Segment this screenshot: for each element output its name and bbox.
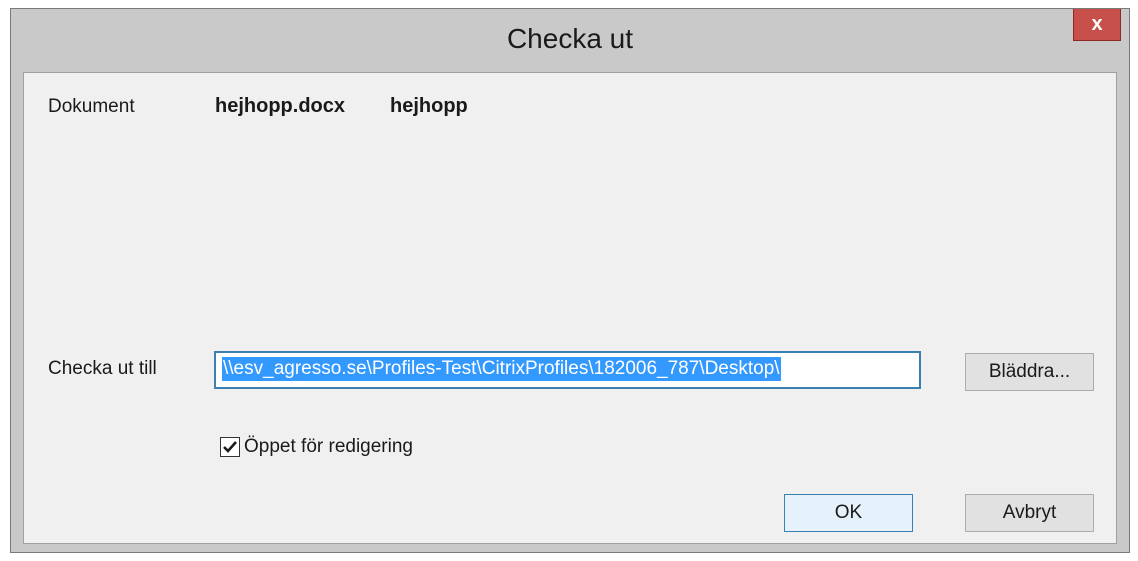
browse-button[interactable]: Bläddra... xyxy=(965,353,1094,391)
title-bar[interactable]: Checka ut x xyxy=(11,9,1129,71)
document-filename: hejhopp.docx xyxy=(215,95,345,117)
document-name: hejhopp xyxy=(390,95,468,117)
checkmark-icon xyxy=(223,441,237,453)
cancel-button[interactable]: Avbryt xyxy=(965,494,1094,532)
open-for-edit-checkbox[interactable] xyxy=(220,437,240,457)
checkout-path-value: \\esv_agresso.se\Profiles-Test\CitrixPro… xyxy=(222,357,781,381)
dialog-title: Checka ut xyxy=(506,23,634,54)
checkout-dialog: Checka ut x Dokument hejhopp.docx hejhop… xyxy=(10,8,1130,553)
open-for-edit-label[interactable]: Öppet för redigering xyxy=(244,436,413,458)
checkout-path-label: Checka ut till xyxy=(48,358,157,379)
close-button[interactable]: x xyxy=(1073,9,1121,41)
dialog-body: Dokument hejhopp.docx hejhopp Checka ut … xyxy=(23,72,1117,544)
ok-button[interactable]: OK xyxy=(784,494,913,532)
checkout-path-input[interactable]: \\esv_agresso.se\Profiles-Test\CitrixPro… xyxy=(214,351,921,389)
document-label: Dokument xyxy=(48,96,135,117)
